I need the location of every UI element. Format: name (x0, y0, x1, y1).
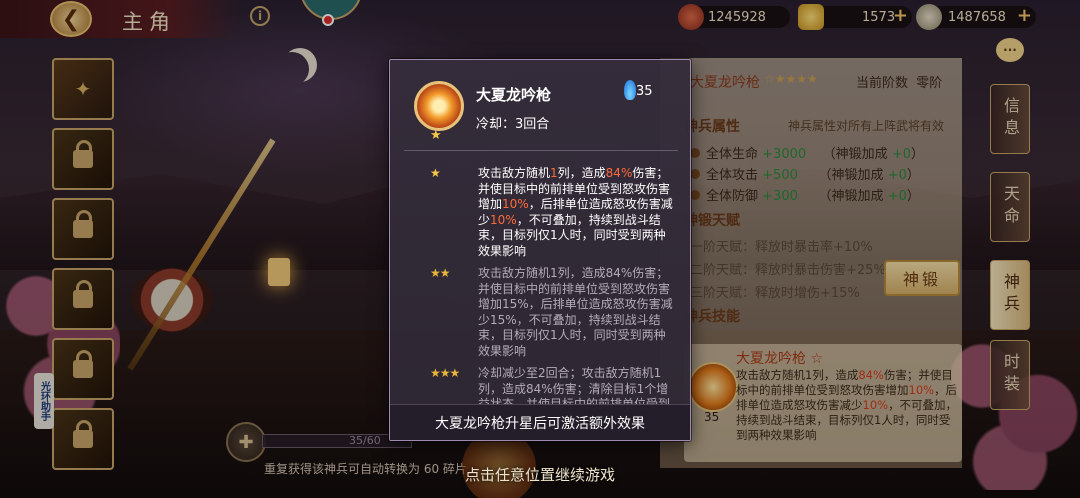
skill-popup: ★ 大夏龙吟枪 冷却：3回合 35 ★ 攻击敌方随机1列，造成84%伤害；并使目… (389, 59, 691, 441)
energy-cost: 35 (622, 80, 662, 102)
tier-item: ★★ 攻击敌方随机1列，造成84%伤害；并使目标中的前排单位受到怒攻伤害增加15… (404, 266, 678, 358)
skill-icon (414, 81, 464, 131)
continue-hint: 点击任意位置继续游戏 (464, 466, 615, 484)
tier-description: 攻击敌方随机1列，造成84%伤害；并使目标中的前排单位受到怒攻伤害增加10%，后… (478, 166, 673, 258)
skill-name: 大夏龙吟枪 (476, 86, 552, 104)
popup-footer: 大夏龙吟枪升星后可激活额外效果 (390, 404, 690, 440)
divider (404, 150, 678, 151)
skill-cooldown: 冷却：3回合 (476, 117, 550, 132)
tier-description: 攻击敌方随机1列，造成84%伤害；并使目标中的前排单位受到怒攻伤害增加15%，后… (478, 266, 673, 358)
flame-icon (624, 80, 636, 100)
tier-item: ★ 攻击敌方随机1列，造成84%伤害；并使目标中的前排单位受到怒攻伤害增加10%… (404, 166, 678, 258)
tier-stars: ★★★ (430, 366, 460, 380)
star-icon: ★ (430, 128, 442, 143)
tier-stars: ★★ (430, 266, 450, 280)
tier-stars: ★ (430, 166, 441, 180)
